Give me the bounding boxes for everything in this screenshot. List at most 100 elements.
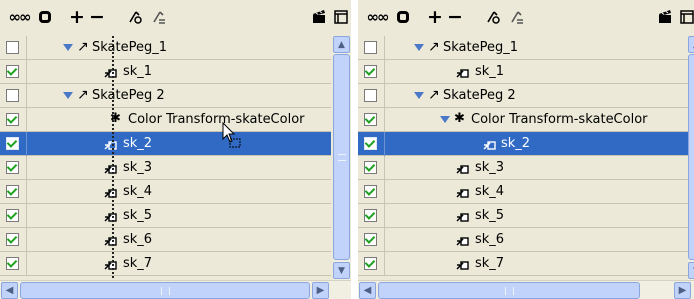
clapper-icon[interactable] <box>654 6 676 28</box>
remove-peg-icon[interactable] <box>506 6 528 28</box>
panel-icon[interactable] <box>676 6 694 28</box>
layer-row-sk-2[interactable]: sk_2 <box>0 132 331 156</box>
vertical-scrollbar[interactable]: ▲ ▼ <box>333 36 350 280</box>
layer-label: sk_2 <box>123 136 153 151</box>
glasses-icon[interactable]: ∞∞ <box>8 6 32 28</box>
visibility-checkbox[interactable] <box>364 233 377 246</box>
layer-label: SkatePeg_1 <box>92 40 168 55</box>
horizontal-scrollbar[interactable]: ◀ ▶ <box>0 280 351 299</box>
layer-row-sk-1[interactable]: sk_1 <box>0 60 331 84</box>
scroll-down-button[interactable]: ▼ <box>333 262 350 279</box>
visibility-checkbox[interactable] <box>364 137 377 150</box>
ring-icon[interactable] <box>392 6 414 28</box>
visibility-checkbox[interactable] <box>364 65 377 78</box>
layer-row-color-transform[interactable]: ✱ Color Transform-skateColor <box>358 108 688 132</box>
layer-row-sk-6[interactable]: sk_6 <box>0 228 331 252</box>
timeline-panel-left: ∞∞ + − ↗ SkatePeg_1 sk_1 ↗ SkatePeg 2 ✱ … <box>0 0 351 299</box>
visibility-checkbox[interactable] <box>364 257 377 270</box>
expand-triangle-icon[interactable] <box>63 44 73 51</box>
scroll-right-button[interactable]: ▶ <box>312 282 329 299</box>
visibility-checkbox[interactable] <box>6 257 19 270</box>
scroll-up-button[interactable]: ▲ <box>688 36 694 53</box>
glasses-icon[interactable]: ∞∞ <box>366 6 390 28</box>
layer-label: sk_3 <box>123 160 153 175</box>
layer-label: SkatePeg_1 <box>443 40 519 55</box>
layer-row-sk-4[interactable]: sk_4 <box>358 180 688 204</box>
visibility-checkbox[interactable] <box>6 161 19 174</box>
layer-label: sk_4 <box>123 184 153 199</box>
scroll-right-button[interactable]: ▶ <box>674 282 691 299</box>
expand-triangle-icon[interactable] <box>414 92 424 99</box>
layer-row-sk-2[interactable]: sk_2 <box>358 132 688 156</box>
scroll-up-button[interactable]: ▲ <box>333 36 350 53</box>
hscroll-thumb[interactable] <box>20 282 310 299</box>
expand-triangle-icon[interactable] <box>63 92 73 99</box>
visibility-checkbox[interactable] <box>364 89 377 102</box>
layer-row-skatepeg-2[interactable]: ↗ SkatePeg 2 <box>0 84 331 108</box>
peg-icon: ↗ <box>428 39 440 55</box>
visibility-checkbox[interactable] <box>364 161 377 174</box>
layer-row-sk-7[interactable]: sk_7 <box>358 252 688 276</box>
visibility-checkbox[interactable] <box>364 185 377 198</box>
visibility-checkbox[interactable] <box>6 137 19 150</box>
scroll-thumb[interactable] <box>333 54 350 260</box>
layer-label: sk_3 <box>475 160 505 175</box>
remove-peg-icon[interactable] <box>148 6 170 28</box>
visibility-checkbox[interactable] <box>364 41 377 54</box>
layer-label: sk_4 <box>475 184 505 199</box>
horizontal-scrollbar[interactable]: ◀ ▶ <box>358 280 694 299</box>
drawing-icon <box>104 137 118 155</box>
layer-label: sk_5 <box>123 208 153 223</box>
layer-row-sk-1[interactable]: sk_1 <box>358 60 688 84</box>
drag-cursor-icon <box>222 122 241 148</box>
layer-row-sk-5[interactable]: sk_5 <box>358 204 688 228</box>
toolbar: ∞∞ + − <box>358 0 694 36</box>
clapper-icon[interactable] <box>308 6 330 28</box>
visibility-checkbox[interactable] <box>364 113 377 126</box>
layer-row-sk-6[interactable]: sk_6 <box>358 228 688 252</box>
visibility-checkbox[interactable] <box>6 185 19 198</box>
add-peg-icon[interactable] <box>124 6 146 28</box>
layer-row-sk-7[interactable]: sk_7 <box>0 252 331 276</box>
visibility-checkbox[interactable] <box>6 89 19 102</box>
peg-icon: ↗ <box>77 87 89 103</box>
minus-icon[interactable]: − <box>444 6 466 28</box>
visibility-checkbox[interactable] <box>364 209 377 222</box>
drawing-icon <box>104 185 118 203</box>
layer-label: sk_5 <box>475 208 505 223</box>
layer-row-skatepeg-1[interactable]: ↗ SkatePeg_1 <box>358 36 688 60</box>
drawing-icon <box>456 233 470 251</box>
layer-label: Color Transform-skateColor <box>471 112 648 127</box>
vertical-scrollbar[interactable]: ▲ ▼ <box>688 36 694 280</box>
layer-row-skatepeg-1[interactable]: ↗ SkatePeg_1 <box>0 36 331 60</box>
scroll-down-button[interactable]: ▼ <box>688 262 694 279</box>
panel-icon[interactable] <box>330 6 351 28</box>
visibility-checkbox[interactable] <box>6 113 19 126</box>
drawing-icon <box>456 209 470 227</box>
scroll-left-button[interactable]: ◀ <box>359 282 376 299</box>
minus-icon[interactable]: − <box>86 6 108 28</box>
visibility-checkbox[interactable] <box>6 65 19 78</box>
drawing-icon <box>483 137 497 155</box>
visibility-checkbox[interactable] <box>6 233 19 246</box>
peg-icon: ↗ <box>428 87 440 103</box>
layer-row-color-transform[interactable]: ✱ Color Transform-skateColor <box>0 108 331 132</box>
layer-row-sk-4[interactable]: sk_4 <box>0 180 331 204</box>
layer-row-skatepeg-2[interactable]: ↗ SkatePeg 2 <box>358 84 688 108</box>
plus-icon[interactable]: + <box>66 6 88 28</box>
visibility-checkbox[interactable] <box>6 209 19 222</box>
drawing-icon <box>456 161 470 179</box>
ring-icon[interactable] <box>34 6 56 28</box>
plus-icon[interactable]: + <box>424 6 446 28</box>
add-peg-icon[interactable] <box>482 6 504 28</box>
layer-row-sk-5[interactable]: sk_5 <box>0 204 331 228</box>
scroll-left-button[interactable]: ◀ <box>1 282 18 299</box>
layer-row-sk-3[interactable]: sk_3 <box>0 156 331 180</box>
expand-triangle-icon[interactable] <box>440 116 450 123</box>
layer-row-sk-3[interactable]: sk_3 <box>358 156 688 180</box>
expand-triangle-icon[interactable] <box>414 44 424 51</box>
visibility-checkbox[interactable] <box>6 41 19 54</box>
scroll-thumb[interactable] <box>688 54 694 260</box>
hscroll-thumb[interactable] <box>378 282 640 299</box>
layer-label: SkatePeg 2 <box>443 88 516 103</box>
